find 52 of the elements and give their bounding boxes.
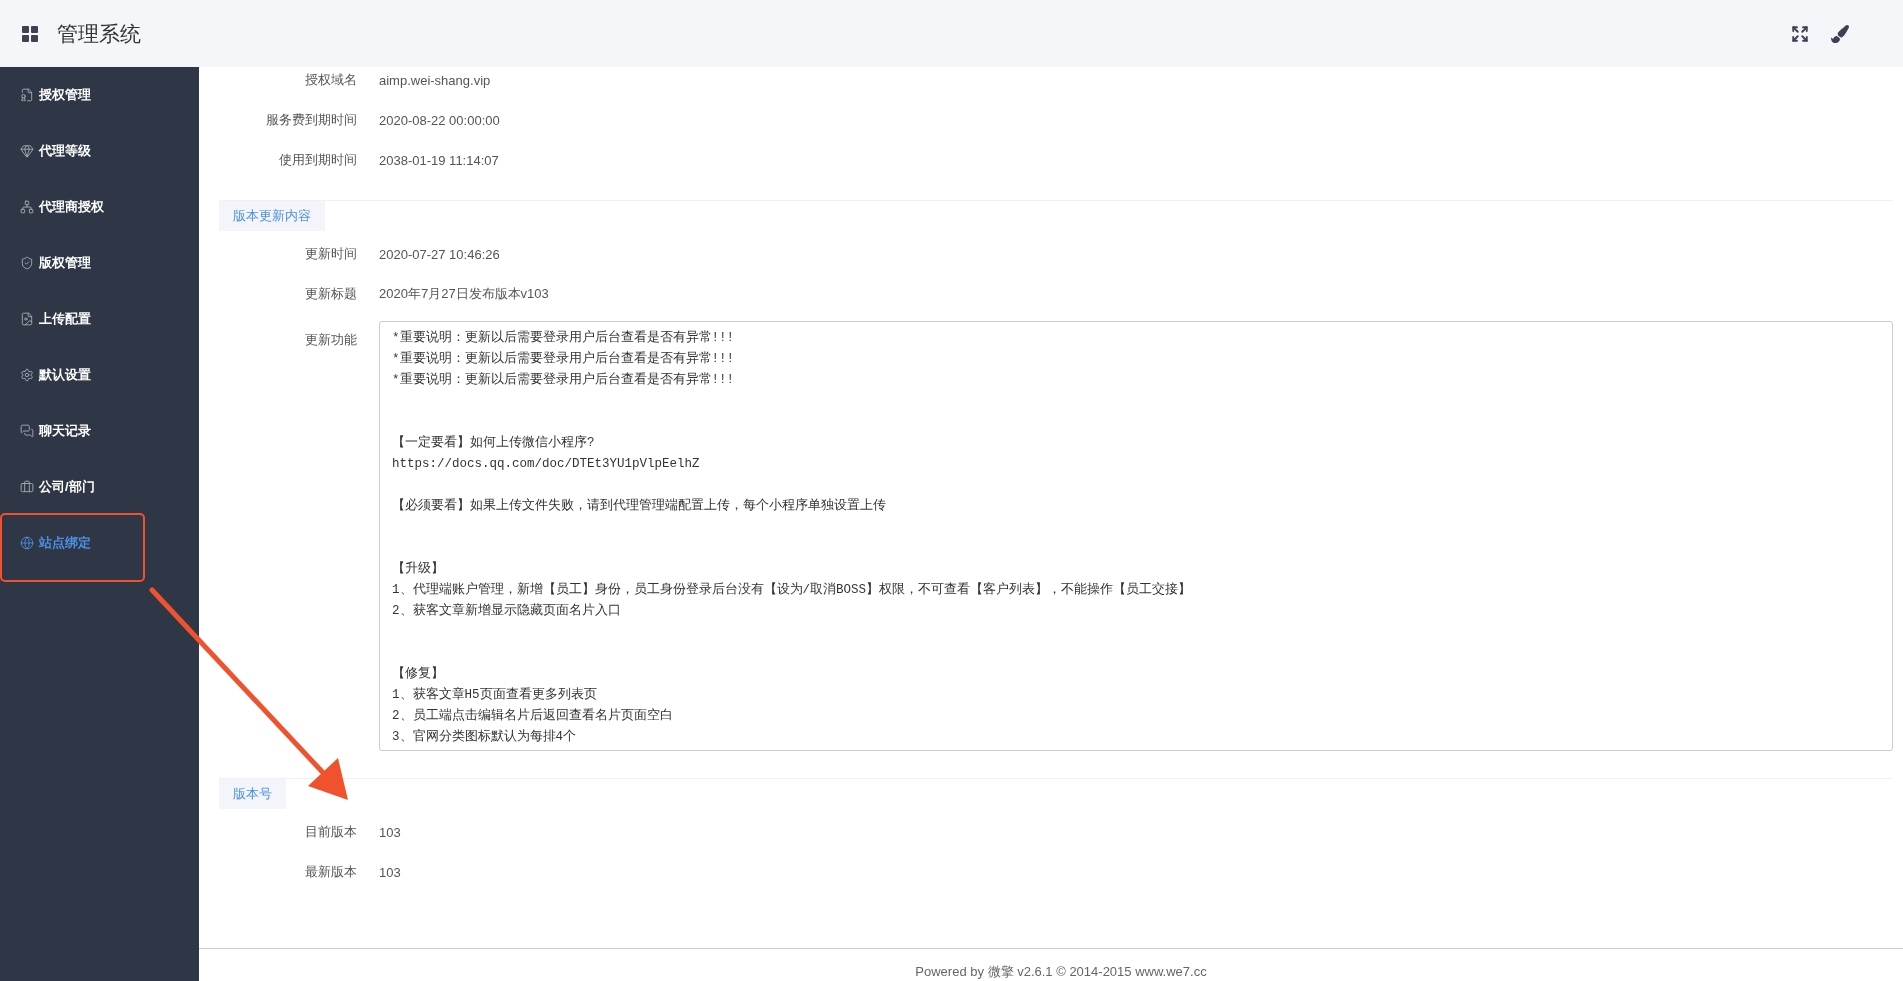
sidebar-item[interactable]: 上传配置 — [0, 291, 199, 347]
content-line: 1、代理端账户管理，新增【员工】身份，员工身份登录后台没有【设为/取消BOSS】权限，不可查看【客户列表】，不能操作【员工交接】 — [392, 581, 1191, 599]
menu-item-icon — [20, 480, 34, 494]
sidebar-item[interactable]: 代理商授权 — [0, 179, 199, 235]
sidebar-item[interactable]: 聊天记录 — [0, 403, 199, 459]
field-label: 服务费到期时间 — [265, 111, 357, 129]
content-line: 【必须要看】如果上传文件失败，请到代理管理端配置上传，每个小程序单独设置上传 — [392, 497, 886, 515]
content-line: 【修复】 — [392, 665, 444, 683]
field-value: 103 — [379, 864, 402, 880]
field-value: 2020-08-22 00:00:00 — [379, 112, 501, 128]
field-value: 2020年7月27日发布版本v103 — [379, 285, 550, 303]
field-label: 更新功能 — [304, 331, 357, 349]
sidebar-item[interactable]: 版权管理 — [0, 235, 199, 291]
app-title: 管理系统 — [57, 20, 141, 47]
content-line: 3、官网分类图标默认为每排4个 — [392, 728, 576, 746]
sidebar-item[interactable]: 默认设置 — [0, 347, 199, 403]
content-line: *重要说明：更新以后需要登录用户后台查看是否有异常!!! — [392, 371, 734, 389]
paintbrush-button[interactable] — [1831, 24, 1849, 43]
menu-item-icon — [20, 536, 34, 550]
menu-item-icon — [20, 144, 34, 158]
field-label: 最新版本 — [304, 863, 357, 881]
field-value: 2020-07-27 10:46:26 — [379, 246, 501, 262]
field-value: 103 — [379, 824, 402, 840]
field-label: 更新标题 — [304, 285, 357, 303]
field-label: 更新时间 — [304, 245, 357, 263]
menu-item-icon — [20, 312, 34, 326]
sidebar-item[interactable]: 授权管理 — [0, 67, 199, 123]
menu-item-icon — [20, 88, 34, 102]
field-value: aimp.wei-shang.vip — [379, 72, 492, 88]
sidebar-item[interactable]: 代理等级 — [0, 123, 199, 179]
field-value: 2038-01-19 11:14:07 — [379, 152, 500, 168]
footer-text: Powered by 微擎 v2.6.1 © 2014-2015 www.we7.cc — [914, 963, 1207, 981]
menu-item-icon — [20, 200, 34, 214]
content-line: 【升级】 — [392, 560, 444, 578]
menu-item-icon — [20, 368, 34, 382]
content-line: 2、获客文章新增显示隐藏页面名片入口 — [392, 602, 621, 620]
content-line: 2、员工端点击编辑名片后返回查看名片页面空白 — [392, 707, 673, 725]
content-line: https://docs.qq.com/doc/DTEt3YU1pVlpEelhZ — [392, 456, 700, 473]
content-line: *重要说明：更新以后需要登录用户后台查看是否有异常!!! — [392, 350, 734, 368]
field-label: 目前版本 — [304, 823, 357, 841]
sidebar-item[interactable]: 公司/部门 — [0, 459, 199, 515]
content-line: 【一定要看】如何上传微信小程序? — [392, 434, 595, 452]
grid-menu-icon[interactable] — [22, 25, 38, 42]
sidebar-item[interactable]: 站点绑定 — [0, 515, 199, 571]
menu-item-icon — [20, 256, 34, 270]
update-content-field[interactable] — [379, 321, 1893, 751]
fullscreen-button[interactable] — [1791, 24, 1809, 43]
field-label: 授权域名 — [304, 71, 357, 89]
field-label: 使用到期时间 — [278, 151, 357, 169]
content-line: *重要说明：更新以后需要登录用户后台查看是否有异常!!! — [392, 329, 734, 347]
content-line: 1、获客文章H5页面查看更多列表页 — [392, 686, 597, 704]
menu-item-icon — [20, 424, 34, 438]
